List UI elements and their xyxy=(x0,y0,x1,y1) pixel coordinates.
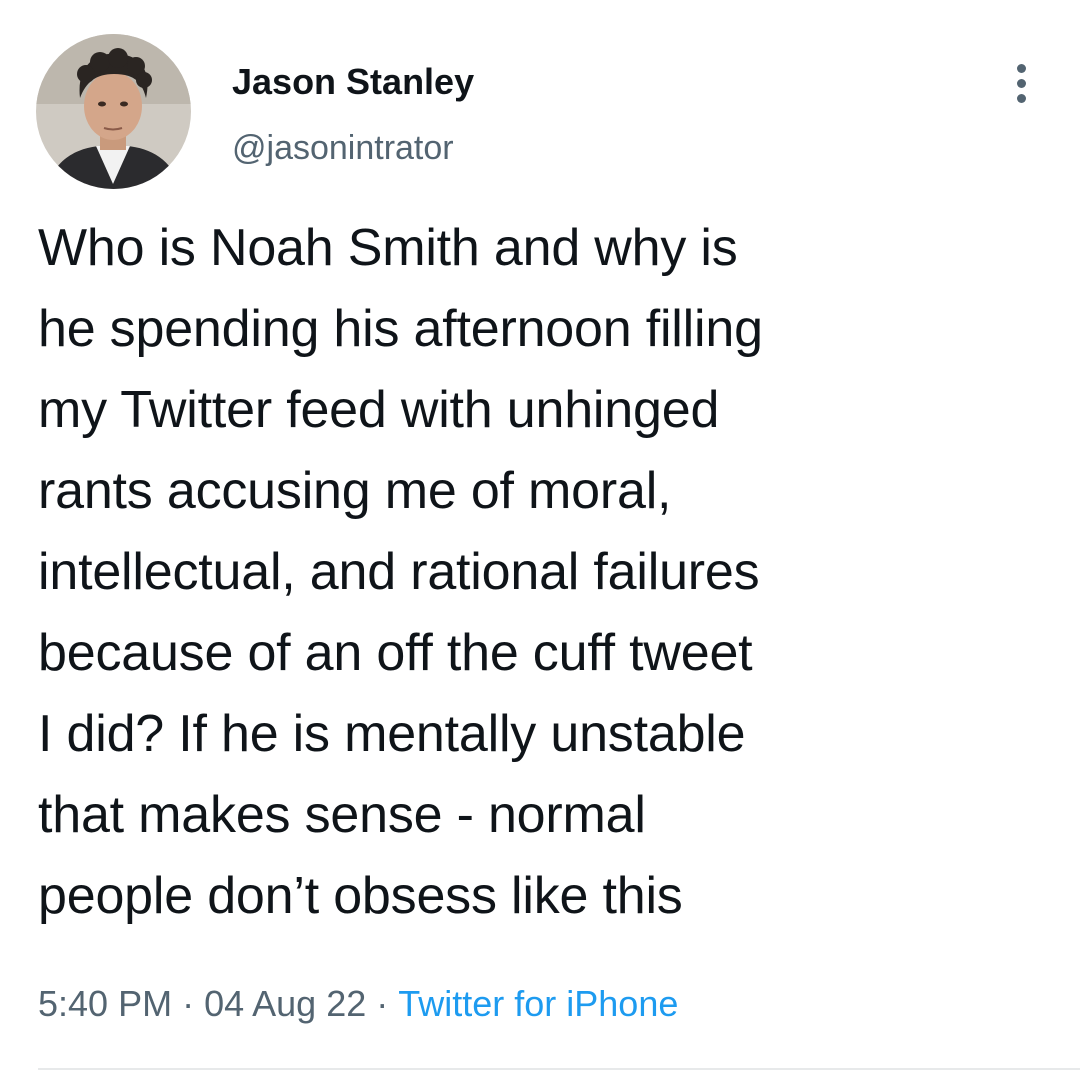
meta-separator: · xyxy=(376,983,389,1024)
tweet-date[interactable]: 04 Aug 22 xyxy=(204,983,366,1024)
meta-separator: · xyxy=(182,983,195,1024)
author-display-name[interactable]: Jason Stanley xyxy=(232,60,474,104)
tweet-meta: 5:40 PM · 04 Aug 22 · Twitter for iPhone xyxy=(38,980,678,1028)
author-handle[interactable]: @jasonintrator xyxy=(232,126,454,170)
tweet-source-link[interactable]: Twitter for iPhone xyxy=(398,983,678,1024)
tweet-card: Jason Stanley @jasonintrator Who is Noah… xyxy=(0,0,1080,1085)
tweet-text-line: that makes sense - normal xyxy=(38,786,646,844)
tweet-text: Who is Noah Smith and why is he spending… xyxy=(38,208,1048,937)
more-vertical-icon[interactable] xyxy=(1008,64,1034,106)
tweet-text-line: people don’t obsess like this xyxy=(38,867,683,925)
divider xyxy=(38,1068,1080,1070)
tweet-text-line: he spending his afternoon filling xyxy=(38,300,763,358)
tweet-text-line: rants accusing me of moral, xyxy=(38,462,672,520)
tweet-text-line: I did? If he is mentally unstable xyxy=(38,705,746,763)
avatar-image xyxy=(36,34,191,189)
tweet-text-line: intellectual, and rational failures xyxy=(38,543,760,601)
avatar[interactable] xyxy=(36,34,191,189)
tweet-time[interactable]: 5:40 PM xyxy=(38,983,172,1024)
tweet-text-line: my Twitter feed with unhinged xyxy=(38,381,720,439)
tweet-text-line: Who is Noah Smith and why is xyxy=(38,219,738,277)
tweet-text-line: because of an off the cuff tweet xyxy=(38,624,753,682)
